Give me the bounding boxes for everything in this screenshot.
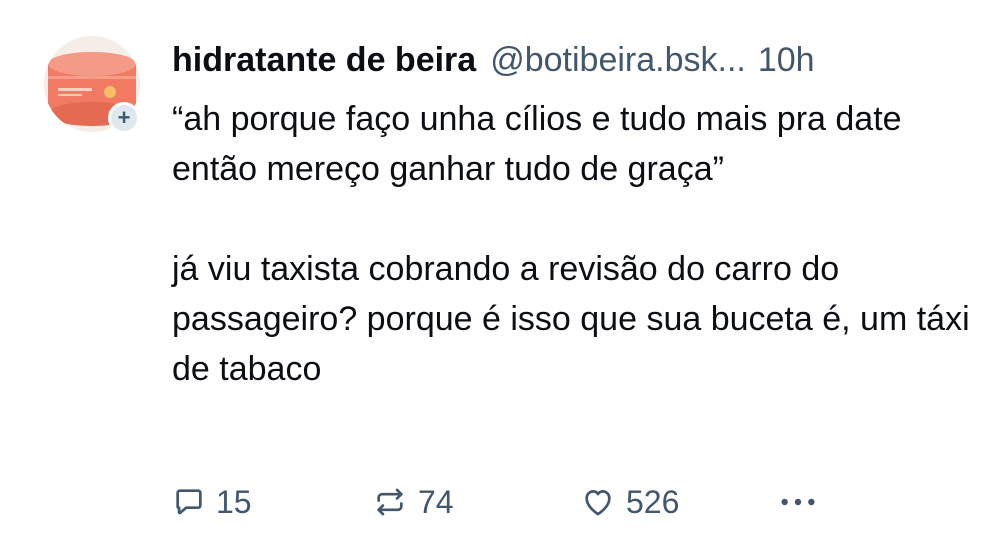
post-paragraph: “ah porque faço unha cílios e tudo mais … bbox=[172, 100, 902, 188]
follow-button[interactable]: + bbox=[108, 102, 140, 134]
post-paragraph: já viu taxista cobrando a revisão do car… bbox=[172, 250, 970, 388]
like-button[interactable]: 526 bbox=[580, 478, 679, 526]
post-actions: 15 74 526 bbox=[172, 478, 872, 526]
reply-button[interactable]: 15 bbox=[172, 478, 252, 526]
author-handle[interactable]: @botibeira.bsk... bbox=[490, 41, 746, 80]
repost-icon bbox=[377, 488, 403, 516]
more-options-button[interactable] bbox=[778, 478, 818, 526]
repost-count: 74 bbox=[418, 483, 454, 520]
like-count: 526 bbox=[626, 483, 680, 520]
reply-icon bbox=[176, 489, 202, 515]
plus-icon: + bbox=[117, 105, 131, 130]
reply-count: 15 bbox=[216, 483, 252, 520]
repost-button[interactable]: 74 bbox=[372, 478, 454, 526]
post-text: “ah porque faço unha cílios e tudo mais … bbox=[172, 94, 972, 394]
more-options-icon bbox=[781, 498, 815, 506]
post-timestamp[interactable]: 10h bbox=[758, 41, 815, 80]
heart-icon bbox=[585, 490, 611, 516]
post-header: hidratante de beira @botibeira.bsk... 10… bbox=[172, 36, 815, 84]
post: + hidratante de beira @botibeira.bsk... … bbox=[0, 0, 1000, 548]
author-display-name[interactable]: hidratante de beira bbox=[172, 41, 476, 80]
